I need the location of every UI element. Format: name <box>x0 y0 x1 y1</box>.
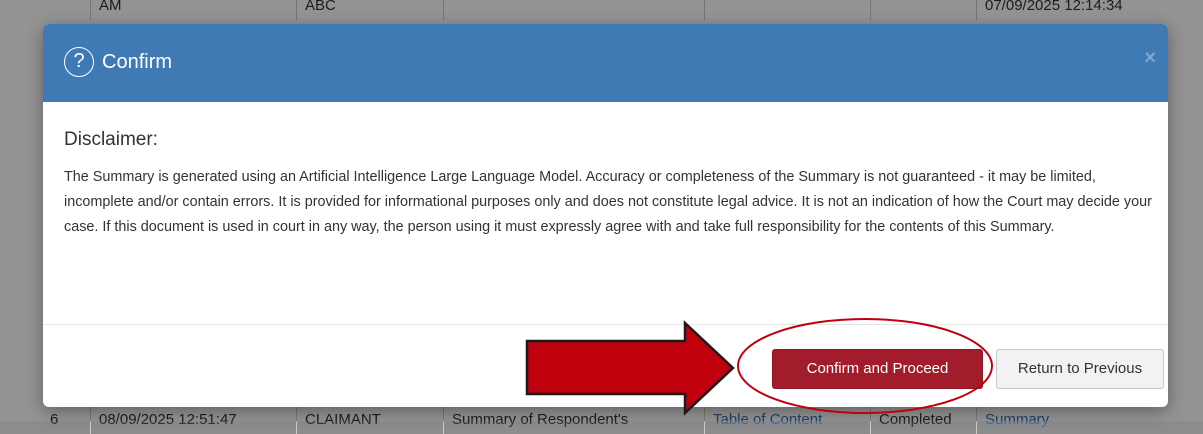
confirm-dialog: ? Confirm × Disclaimer: The Summary is g… <box>43 24 1168 407</box>
dialog-body: Disclaimer: The Summary is generated usi… <box>64 128 1154 240</box>
dialog-header: ? Confirm × <box>43 24 1168 102</box>
disclaimer-text: The Summary is generated using an Artifi… <box>64 169 1152 235</box>
return-to-previous-button[interactable]: Return to Previous <box>996 349 1164 389</box>
dialog-footer: Confirm and Proceed Return to Previous <box>43 324 1168 407</box>
dialog-title: Confirm <box>102 51 173 73</box>
disclaimer-heading: Disclaimer: <box>64 129 158 150</box>
question-circle-icon: ? <box>64 47 94 77</box>
close-icon[interactable]: × <box>1144 48 1156 68</box>
confirm-and-proceed-button[interactable]: Confirm and Proceed <box>772 349 983 389</box>
